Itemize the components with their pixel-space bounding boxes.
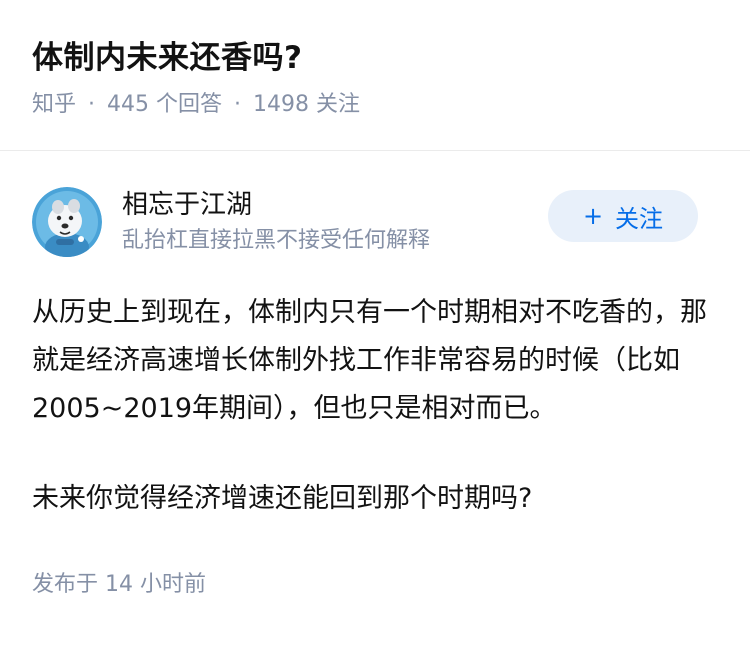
plus-icon: + <box>582 202 604 230</box>
answer-count[interactable]: 445 个回答 <box>107 88 222 122</box>
answer-content: 从历史上到现在，体制内只有一个时期相对不吃香的，那就是经济高速增长体制外找工作非… <box>32 289 718 523</box>
avatar[interactable] <box>32 187 102 257</box>
source-label[interactable]: 知乎 <box>32 88 76 122</box>
section-divider <box>0 150 750 151</box>
follow-button-label: 关注 <box>615 204 664 233</box>
question-title[interactable]: 体制内未来还香吗? <box>32 36 718 80</box>
question-header: 体制内未来还香吗? 知乎 · 445 个回答 · 1498 关注 <box>0 0 750 117</box>
answer-paragraph: 未来你觉得经济增速还能回到那个时期吗? <box>32 483 533 514</box>
author-row: 相忘于江湖 乱抬杠直接拉黑不接受任何解释 + 关注 <box>32 185 718 259</box>
author-bio: 乱抬杠直接拉黑不接受任何解释 <box>122 228 431 253</box>
question-meta: 知乎 · 445 个回答 · 1498 关注 <box>32 88 718 122</box>
author-name[interactable]: 相忘于江湖 <box>122 187 548 223</box>
follower-count[interactable]: 1498 关注 <box>253 88 360 122</box>
answer-paragraph: 从历史上到现在，体制内只有一个时期相对不吃香的，那就是经济高速增长体制外找工作非… <box>32 297 707 424</box>
author-info: 相忘于江湖 乱抬杠直接拉黑不接受任何解释 <box>122 187 548 257</box>
answer-card: 相忘于江湖 乱抬杠直接拉黑不接受任何解释 + 关注 从历史上到现在，体制内只有一… <box>0 185 750 601</box>
separator-dot: · <box>234 92 242 117</box>
separator-dot: · <box>88 92 96 117</box>
publish-time: 发布于 14 小时前 <box>32 572 206 597</box>
husky-dog-avatar-icon <box>32 187 102 257</box>
follow-button[interactable]: + 关注 <box>548 190 698 242</box>
